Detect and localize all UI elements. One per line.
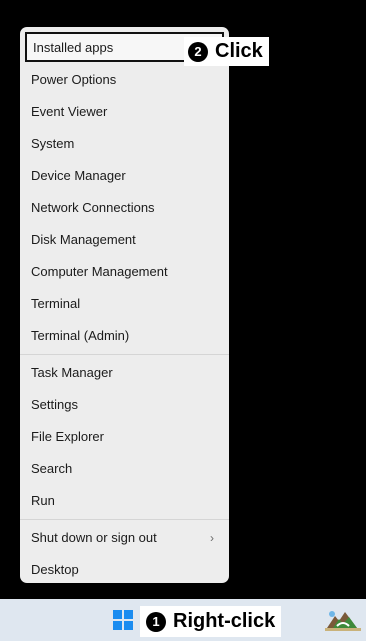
menu-item-desktop[interactable]: Desktop xyxy=(25,554,224,586)
menu-item-label: System xyxy=(31,136,75,151)
menu-item-label: Device Manager xyxy=(31,168,126,183)
menu-item-task-manager[interactable]: Task Manager xyxy=(25,357,224,389)
menu-item-label: Network Connections xyxy=(31,200,155,215)
menu-item-label: Terminal (Admin) xyxy=(31,328,130,343)
menu-item-terminal-admin[interactable]: Terminal (Admin) xyxy=(25,320,224,352)
weather-icon[interactable] xyxy=(323,606,363,634)
menu-item-device-manager[interactable]: Device Manager xyxy=(25,160,224,192)
menu-item-disk-management[interactable]: Disk Management xyxy=(25,224,224,256)
callout-text: Click xyxy=(215,40,263,62)
menu-item-label: Settings xyxy=(31,397,78,412)
callout-text: Right-click xyxy=(173,610,276,632)
windows-start-icon[interactable] xyxy=(113,610,133,630)
menu-item-label: Search xyxy=(31,461,73,476)
menu-item-label: Run xyxy=(31,493,55,508)
menu-group-power: Shut down or sign out › Desktop xyxy=(25,522,224,586)
desktop-screen: Installed apps Power Options Event Viewe… xyxy=(0,0,366,641)
menu-group-admin-tools: Installed apps Power Options Event Viewe… xyxy=(25,32,224,352)
menu-item-label: Disk Management xyxy=(31,232,136,247)
menu-item-event-viewer[interactable]: Event Viewer xyxy=(25,96,224,128)
step-number-badge: 2 xyxy=(188,41,208,62)
menu-item-label: File Explorer xyxy=(31,429,104,444)
right-click-callout: 1 Right-click xyxy=(140,606,282,637)
menu-item-search[interactable]: Search xyxy=(25,453,224,485)
menu-item-label: Power Options xyxy=(31,72,117,87)
click-callout: 2 Click xyxy=(184,37,269,66)
menu-item-run[interactable]: Run xyxy=(25,485,224,517)
menu-item-shut-down[interactable]: Shut down or sign out › xyxy=(25,522,224,554)
menu-item-label: Terminal xyxy=(31,296,81,311)
menu-item-label: Computer Management xyxy=(31,264,168,279)
menu-item-computer-management[interactable]: Computer Management xyxy=(25,256,224,288)
menu-item-label: Task Manager xyxy=(31,365,113,380)
chevron-right-icon: › xyxy=(210,531,214,545)
menu-item-network-connections[interactable]: Network Connections xyxy=(25,192,224,224)
menu-group-system-tools: Task Manager Settings File Explorer Sear… xyxy=(25,357,224,517)
quick-link-menu: Installed apps Power Options Event Viewe… xyxy=(20,27,229,583)
menu-item-terminal[interactable]: Terminal xyxy=(25,288,224,320)
menu-item-file-explorer[interactable]: File Explorer xyxy=(25,421,224,453)
menu-item-label: Desktop xyxy=(31,562,79,577)
menu-item-label: Event Viewer xyxy=(31,104,108,119)
menu-item-system[interactable]: System xyxy=(25,128,224,160)
menu-separator xyxy=(20,519,229,520)
step-number-badge: 1 xyxy=(146,611,166,632)
menu-item-power-options[interactable]: Power Options xyxy=(25,64,224,96)
menu-item-label: Installed apps xyxy=(33,40,114,55)
menu-item-settings[interactable]: Settings xyxy=(25,389,224,421)
menu-item-label: Shut down or sign out xyxy=(31,530,157,545)
menu-separator xyxy=(20,354,229,355)
